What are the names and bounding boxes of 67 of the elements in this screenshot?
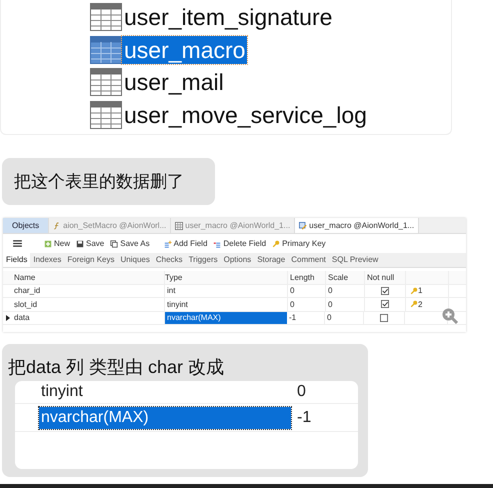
tab[interactable]: Uniques [118,253,153,267]
table-icon [90,68,122,96]
table-cell-text: tinyint [166,298,189,310]
message-text: 把data 列 类型由 char 改成 [8,356,226,378]
tab[interactable]: user_macro @AionWorld_1... [295,218,420,233]
tab[interactable]: Checks [152,253,186,267]
key-icon [410,286,418,295]
table-cell-text: char_id [13,286,42,296]
table-cell: 0 [287,298,325,310]
toolbar-button[interactable]: Primary Key [270,239,328,248]
toolbar-button[interactable]: Delete Field [211,239,268,248]
column-header: Length [287,271,325,284]
plus-table-icon [44,240,52,248]
message-text: 把这个表里的数据删了 [14,171,184,193]
table-icon [90,36,122,64]
checkbox[interactable] [381,286,389,295]
save-icon [76,240,84,248]
table-cell-text: data [13,313,31,322]
table-icon [175,222,184,230]
table-icon [90,100,122,129]
table-cell: 0 [287,284,325,297]
toolbar-button[interactable]: Save As [108,239,152,248]
add-field-icon [164,240,172,248]
table-edit-icon [299,222,308,230]
function-icon [53,222,62,230]
column-header: Not null [364,271,405,284]
checkbox[interactable] [380,314,388,322]
column-header: Name [13,272,36,282]
zoom-in-icon[interactable] [442,308,458,324]
tab[interactable]: SQL Preview [328,253,382,267]
table-name[interactable]: user_macro [122,36,248,64]
table-cell-text: slot_id [13,300,38,309]
menu-icon[interactable] [13,240,22,247]
column-header: Type [164,271,287,284]
table-icon [90,3,122,32]
tab[interactable]: Fields [3,253,30,267]
save-as-icon [110,240,118,248]
table-cell: -1 [297,408,312,426]
table-cell-text: int [166,285,176,297]
table-cell: 0 [297,383,306,401]
tab[interactable]: Options [220,253,254,267]
table-cell-text: tinyint [40,382,84,402]
column-header: Scale [325,271,364,284]
table-cell: 0 [325,284,364,297]
tab[interactable]: Foreign Keys [64,253,118,267]
table-cell: 0 [325,298,364,310]
key-icon [272,240,280,248]
delete-field-icon [213,240,222,248]
tab[interactable]: Triggers [186,253,221,267]
table-name[interactable]: user_mail [122,68,226,96]
table-cell: nvarchar(MAX) [165,312,287,324]
table-name[interactable]: user_item_signature [122,3,334,32]
table-cell: 0 [324,312,363,324]
key-icon [410,300,418,308]
table-cell: nvarchar(MAX) [39,406,291,428]
toolbar-button[interactable]: Save [74,239,106,248]
tab[interactable]: Indexes [30,253,64,267]
toolbar-button[interactable]: New [42,239,72,248]
tab[interactable]: Storage [254,253,288,267]
key-number: 2 [418,300,422,309]
toolbar-button[interactable]: Add Field [162,239,210,248]
key-number: 1 [418,286,422,296]
table-name[interactable]: user_move_service_log [122,100,369,129]
tab[interactable]: Comment [288,253,329,267]
checkbox[interactable] [381,300,389,308]
tab[interactable]: Objects [3,218,50,233]
table-cell-text: -1 [288,312,298,324]
